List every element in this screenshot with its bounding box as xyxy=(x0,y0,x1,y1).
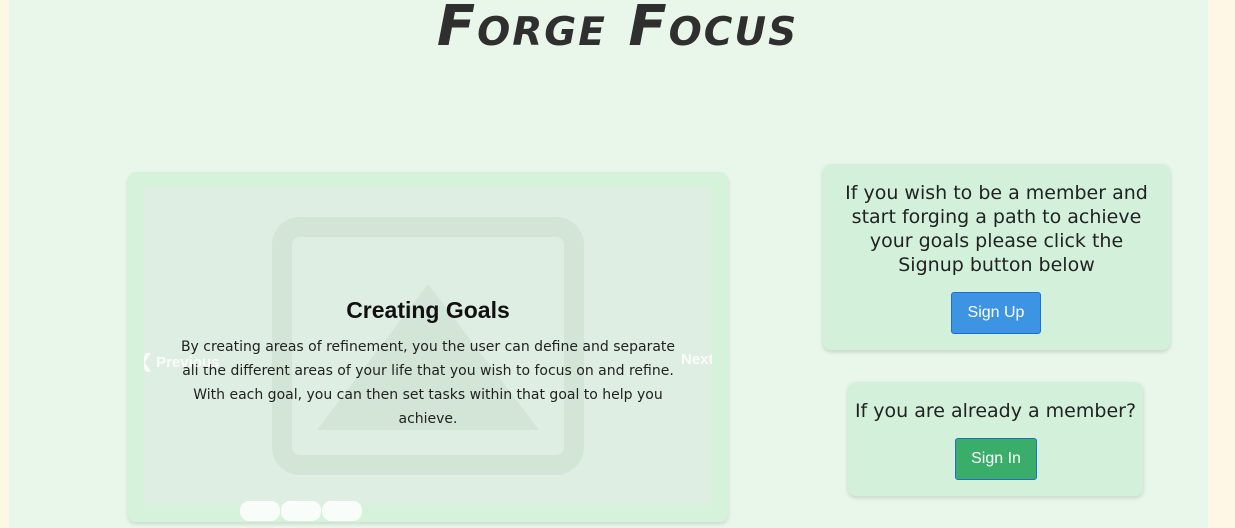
signin-button[interactable]: Sign In xyxy=(955,438,1037,480)
page-container: Forge Focus Creating Goals By creating a… xyxy=(9,0,1208,528)
site-title: Forge Focus xyxy=(436,0,799,59)
carousel: Creating Goals By creating areas of refi… xyxy=(128,172,728,522)
signin-card: If you are already a member? Sign In xyxy=(848,382,1143,496)
signup-card: If you wish to be a member and start for… xyxy=(823,164,1170,350)
carousel-prev-button[interactable]: ❮Previous xyxy=(144,351,219,372)
carousel-indicator-1[interactable] xyxy=(240,501,280,521)
signin-text: If you are already a member? xyxy=(854,400,1137,422)
signup-button[interactable]: Sign Up xyxy=(951,292,1041,334)
signup-text: If you wish to be a member and start for… xyxy=(845,182,1148,276)
chevron-left-icon: ❮ xyxy=(144,351,153,371)
carousel-next-label: Next xyxy=(681,351,712,368)
slide-title: Creating Goals xyxy=(346,297,510,323)
carousel-indicator-2[interactable] xyxy=(281,501,321,521)
slide-description: By creating areas of refinement, you the… xyxy=(180,339,676,427)
carousel-slide: Creating Goals By creating areas of refi… xyxy=(144,187,712,505)
carousel-next-button[interactable]: Next xyxy=(681,351,712,368)
carousel-indicators xyxy=(240,501,362,521)
carousel-indicator-3[interactable] xyxy=(322,501,362,521)
carousel-prev-label: Previous xyxy=(156,354,220,371)
